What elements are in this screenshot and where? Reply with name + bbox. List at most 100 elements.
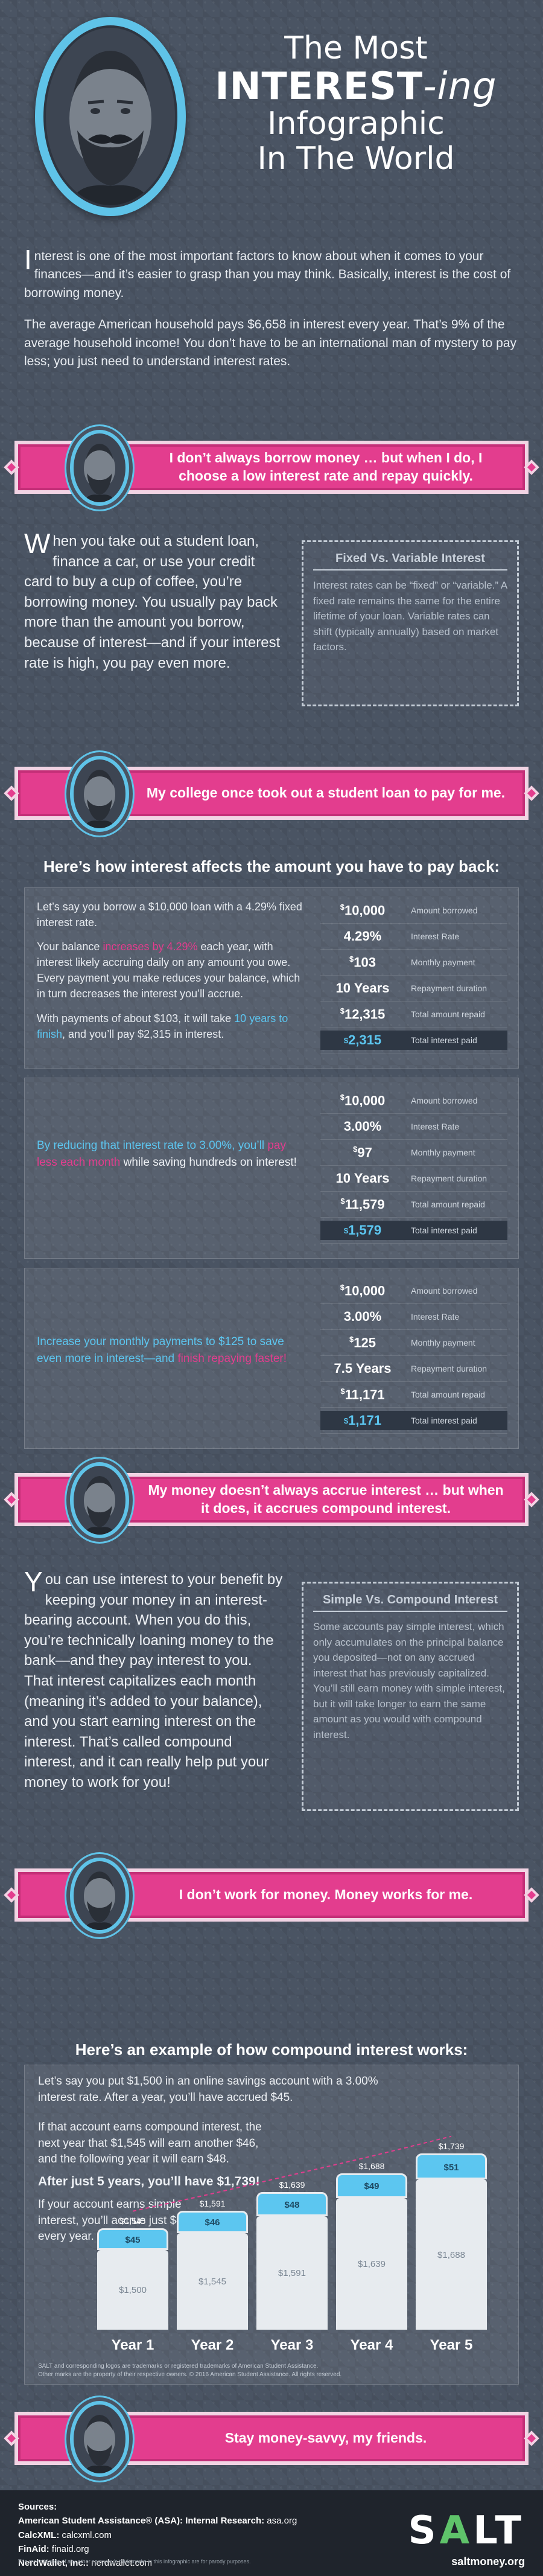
banner-text: My money doesn’t always accrue interest … <box>148 1482 504 1516</box>
main-title: The Most INTEREST-ing Infographic In The… <box>193 31 519 176</box>
scenario-1-table: $10,000 Amount borrowed 4.29% Interest Rate… <box>320 898 507 1053</box>
bar-principal: $1,639 <box>336 2197 407 2330</box>
bar-principal: $1,545 <box>177 2233 248 2330</box>
table-row: $10,000 Amount borrowed <box>320 898 507 924</box>
bar-interest: $46 <box>177 2210 248 2234</box>
scenario-2-table: $10,000 Amount borrowed 3.00% Interest Rate… <box>320 1088 507 1244</box>
aside-body: Some accounts pay simple interest, which… <box>313 1621 505 1740</box>
scenario-3-p: Increase your monthly payments to $125 t… <box>37 1335 287 1365</box>
table-value: 10 Years <box>335 980 390 996</box>
table-row: $97 Monthly payment <box>320 1140 507 1166</box>
table-row: 4.29% Interest Rate <box>320 924 507 950</box>
aside-body: Interest rates can be “fixed” or “variab… <box>313 580 507 653</box>
compound-text: ou can use interest to your benefit by k… <box>24 1571 283 1791</box>
table-value: 10 Years <box>335 1171 390 1186</box>
table-row: $12,315 Total amount repaid <box>320 1002 507 1028</box>
title-italic-suffix: -ing <box>423 64 497 109</box>
bar-column: $1,639 $49 $1,688 <box>336 2159 407 2330</box>
bearded-man-icon <box>66 426 133 510</box>
footnote-2: Other marks are the property of their re… <box>38 2371 342 2378</box>
example-heading: Here’s an example of how compound intere… <box>75 2041 468 2059</box>
scenario-1: Let’s say you borrow a $10,000 loan with… <box>24 887 519 1069</box>
dropcap: Y <box>24 1566 43 1597</box>
table-label: Total amount repaid <box>411 1390 485 1399</box>
table-label: Monthly payment <box>411 1148 475 1157</box>
table-value: 3.00% <box>343 1119 382 1134</box>
table-label: Amount borrowed <box>411 906 478 915</box>
bar-column: $1,688 $51 $1,739 <box>416 2139 487 2330</box>
intro-text-1: nterest is one of the most important fac… <box>24 249 511 300</box>
table-label: Total interest paid <box>405 1031 507 1050</box>
banner-text: I don’t work for money. Money works for … <box>179 1887 473 1903</box>
bearded-man-icon <box>66 752 133 836</box>
table-value: $103 <box>349 954 376 970</box>
bar-interest: $49 <box>336 2173 407 2198</box>
banner-4: I don’t work for money. Money works for … <box>0 1850 543 1941</box>
title-line-2: INTEREST-ing <box>193 66 519 107</box>
bar-total-label: $1,591 <box>199 2198 226 2208</box>
scenario-1-text: Let’s say you borrow a $10,000 loan with… <box>37 899 302 1050</box>
table-label: Total amount repaid <box>411 1200 485 1209</box>
bar-total-label: $1,639 <box>279 2179 305 2190</box>
banner-5: Stay money-savvy, my friends. <box>0 2394 543 2484</box>
table-value: $11,579 <box>340 1196 385 1212</box>
banner-1: I don’t always borrow money … but when I… <box>0 423 543 513</box>
legal-note: The resemblance of any other company’s t… <box>18 2558 251 2565</box>
bearded-man-icon <box>66 2397 133 2481</box>
year-label: Year 4 <box>350 2337 393 2353</box>
salt-logo[interactable]: SALT <box>408 2508 525 2553</box>
scenario-1-p1: Let’s say you borrow a $10,000 loan with… <box>37 901 302 929</box>
scenario-3: Increase your monthly payments to $125 t… <box>24 1268 519 1449</box>
dropcap: W <box>24 528 51 559</box>
table-value: $125 <box>349 1334 376 1350</box>
source-link[interactable]: calcxml.com <box>62 2530 112 2540</box>
bar-total-label: $1,545 <box>119 2216 146 2226</box>
table-label: Total interest paid <box>405 1411 507 1430</box>
table-label: Repayment duration <box>411 983 487 993</box>
aside-title: Fixed Vs. Variable Interest <box>313 552 507 570</box>
source-link[interactable]: finaid.org <box>52 2544 89 2554</box>
year-label: Year 3 <box>270 2337 314 2353</box>
fixed-variable-box: Fixed Vs. Variable Interest Interest rat… <box>302 540 519 706</box>
table-value: $12,315 <box>340 1006 386 1022</box>
footnote-1: SALT and corresponding logos are tradema… <box>38 2363 319 2370</box>
sources-label: Sources: <box>18 2502 57 2512</box>
scenario-3-text: Increase your monthly payments to $125 t… <box>37 1279 302 1442</box>
table-row: $11,171 Total amount repaid <box>320 1382 507 1408</box>
source-1: American Student Assistance® (ASA): Inte… <box>18 2516 297 2526</box>
highlight-text: increases by 4.29% <box>103 941 198 953</box>
source-link[interactable]: asa.org <box>267 2516 297 2526</box>
table-value: 4.29% <box>343 928 382 944</box>
bar-column: $1,500 $45 $1,545 <box>97 2214 168 2330</box>
scenario-3-table: $10,000 Amount borrowed 3.00% Interest Rate… <box>320 1278 507 1434</box>
bar-interest: $45 <box>97 2228 168 2250</box>
table-row: $103 Monthly payment <box>320 950 507 976</box>
table-label: Repayment duration <box>411 1174 487 1183</box>
scenario-2-text: By reducing that interest rate to 3.00%,… <box>37 1089 302 1252</box>
table-row: 3.00% Interest Rate <box>320 1304 507 1330</box>
table-label: Monthly payment <box>411 1338 475 1347</box>
footnote: SALT and corresponding logos are tradema… <box>38 2362 505 2379</box>
site-link[interactable]: saltmoney.org <box>451 2555 525 2568</box>
compound-lead: You can use interest to your benefit by … <box>24 1566 284 1793</box>
table-row: $10,000 Amount borrowed <box>320 1278 507 1304</box>
banner-text: Stay money-savvy, my friends. <box>224 2430 427 2446</box>
banner-text: My college once took out a student loan … <box>146 785 506 801</box>
table-value: $97 <box>353 1144 372 1160</box>
table-value: $10,000 <box>340 1092 386 1108</box>
table-label: Total amount repaid <box>411 1009 485 1019</box>
portrait-frame <box>35 17 186 216</box>
title-bold-word: INTEREST <box>215 64 424 109</box>
table-row: $125 Monthly payment <box>320 1330 507 1356</box>
table-row: $11,579 Total amount repaid <box>320 1192 507 1218</box>
year-label: Year 2 <box>191 2337 234 2353</box>
payback-heading: Here’s how interest affects the amount y… <box>43 857 500 875</box>
borrowing-lead: When you take out a student loan, financ… <box>24 528 284 673</box>
highlight-text: finish repaying faster! <box>177 1352 287 1365</box>
banner-3: My money doesn’t always accrue interest … <box>0 1455 543 1545</box>
header: The Most INTEREST-ing Infographic In The… <box>0 0 543 241</box>
table-label: Interest Rate <box>411 1312 460 1322</box>
table-row: $1,579 Total interest paid <box>320 1218 507 1244</box>
scenario-1-p3: With payments of about $103, it will tak… <box>37 1012 288 1040</box>
table-label: Amount borrowed <box>411 1096 478 1105</box>
